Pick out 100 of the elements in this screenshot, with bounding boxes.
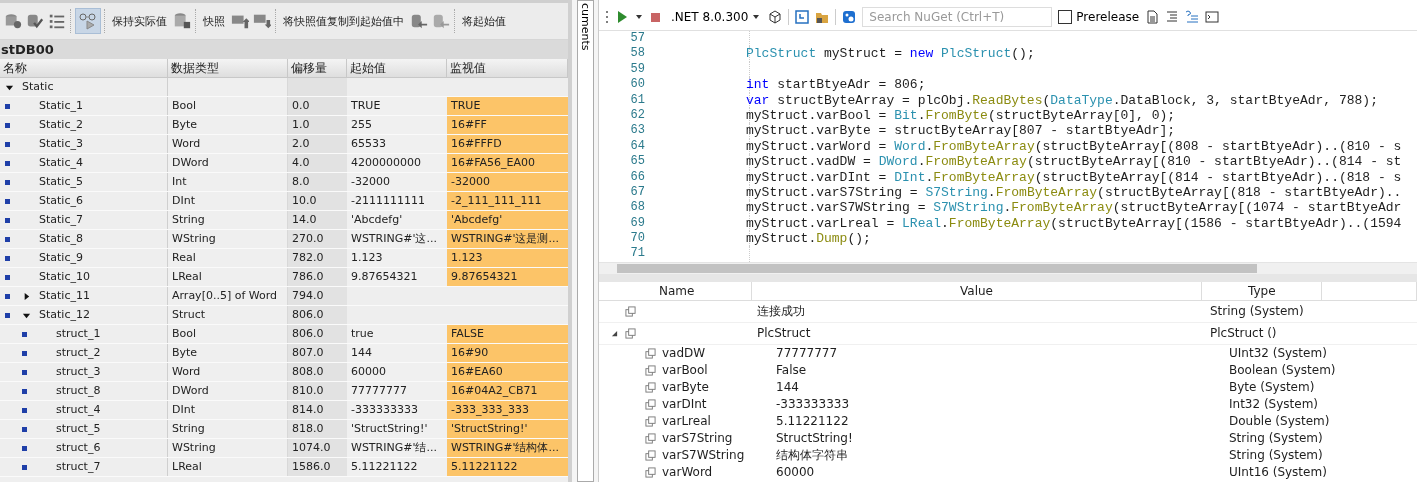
copy-icon[interactable] xyxy=(625,306,636,317)
monitor-glasses-button[interactable] xyxy=(76,9,100,33)
column-header[interactable]: Type xyxy=(1202,282,1322,300)
keep-actual-values-label[interactable]: 保持实际值 xyxy=(110,13,169,29)
line-number: 67 xyxy=(629,184,645,201)
variable-value: 77777777 xyxy=(776,346,838,360)
code-line: myStruct.varS7WString = S7WString.FromByteArray(structByteArray[(1074 - startBtyeAdr xyxy=(746,200,1402,216)
column-header[interactable]: 数据类型 xyxy=(168,59,288,77)
list-icon[interactable] xyxy=(48,12,66,30)
line-number: 69 xyxy=(629,215,645,232)
variable-type: Double (System) xyxy=(1229,414,1330,428)
line-number: 68 xyxy=(629,200,645,216)
nuget-icon[interactable] xyxy=(842,10,857,24)
column-header[interactable]: 偏移量 xyxy=(288,59,347,77)
monitor-value-cell: 1.123 xyxy=(447,249,568,267)
table-cell-text: Static_3 xyxy=(39,136,83,152)
variable-name: varLreal xyxy=(662,413,711,430)
table-cell: 8.0 xyxy=(288,173,347,191)
tag-square-icon xyxy=(5,160,10,166)
table-cell-text: struct_1 xyxy=(56,326,101,342)
variable-type: Boolean (System) xyxy=(1229,363,1336,377)
play-icon[interactable] xyxy=(615,10,629,24)
copy-icon[interactable] xyxy=(645,365,656,376)
caret-icon[interactable] xyxy=(635,13,643,21)
table-cell: 806.0 xyxy=(288,306,347,324)
line-number: 63 xyxy=(629,123,645,139)
grip-icon xyxy=(605,10,609,24)
table-cell-text: Static_11 xyxy=(39,288,90,304)
help-lines-icon[interactable] xyxy=(1185,10,1200,24)
search-field[interactable]: Search NuGet (Ctrl+T) xyxy=(862,7,1053,27)
table-cell-text: Static_2 xyxy=(39,117,83,133)
table-cell: 4.0 xyxy=(288,154,347,172)
database-icon[interactable] xyxy=(4,12,22,30)
tag-square-icon xyxy=(5,274,10,280)
lines-icon[interactable] xyxy=(1165,10,1180,24)
table-cell-text: struct_6 xyxy=(56,440,101,456)
table-cell-text: struct_3 xyxy=(56,364,101,380)
folder-lock-icon[interactable] xyxy=(815,10,830,24)
document-icon[interactable] xyxy=(1145,10,1160,24)
variable-value: 连接成功 xyxy=(757,304,805,318)
column-header[interactable]: Name xyxy=(599,282,752,300)
caret-icon xyxy=(752,13,761,21)
variable-value: 结构体字符串 xyxy=(776,448,848,462)
variable-value: StructString! xyxy=(776,431,853,445)
copy-icon[interactable] xyxy=(625,328,636,339)
table-cell-text: Static_12 xyxy=(39,307,90,323)
monitor-value-cell: WSTRING#'这是测... xyxy=(447,230,568,248)
column-header[interactable]: 名称 xyxy=(0,59,168,77)
monitor-value-cell: WSTRING#'结构体... xyxy=(447,439,568,457)
database-arrow-icon[interactable] xyxy=(410,12,428,30)
expander-icon[interactable] xyxy=(22,291,31,301)
copy-icon[interactable] xyxy=(645,382,656,393)
column-header[interactable]: Value xyxy=(752,282,1202,300)
runtime-dropdown[interactable]: .NET 8.0.300 xyxy=(669,10,763,24)
copy-icon[interactable] xyxy=(645,450,656,461)
copy-icon[interactable] xyxy=(645,348,656,359)
copy-icon[interactable] xyxy=(645,467,656,478)
monitor-value-cell: TRUE xyxy=(447,97,568,115)
line-number: 61 xyxy=(629,92,645,108)
copy-icon[interactable] xyxy=(645,433,656,444)
copy-icon[interactable] xyxy=(645,416,656,427)
database-check-icon[interactable] xyxy=(26,12,44,30)
table-cell-text: Static_9 xyxy=(39,250,83,266)
documents-tab[interactable]: cuments xyxy=(576,0,594,482)
block-title: stDB00 xyxy=(0,40,568,59)
column-header[interactable]: 起始值 xyxy=(347,59,447,77)
code-line: int startBtyeAdr = 806; xyxy=(746,77,926,93)
tag-square-icon xyxy=(22,369,27,375)
table-cell: 814.0 xyxy=(288,401,347,419)
camera-down-icon[interactable] xyxy=(253,12,271,30)
code-line: myStruct.vadDW = DWord.FromByteArray(structByteArray[(810 - startBtyeAdr)..(814 - st xyxy=(746,154,1402,170)
code-line: myStruct.varBool = Bit.FromByte(structByteArray[0], 0); xyxy=(746,107,1176,124)
tag-square-icon xyxy=(5,293,10,299)
table-cell-text: struct_5 xyxy=(56,421,101,437)
monitor-value-cell: 9.87654321 xyxy=(447,268,568,286)
prerelease-checkbox[interactable] xyxy=(1058,10,1073,24)
table-cell: 808.0 xyxy=(288,363,347,381)
monitor-value-cell: 16#90 xyxy=(447,344,568,362)
tag-square-icon xyxy=(5,217,10,223)
save-icon[interactable] xyxy=(795,10,810,24)
horizontal-scrollbar[interactable] xyxy=(599,262,1417,274)
stop-icon[interactable] xyxy=(649,10,663,24)
prerelease-label[interactable]: Prerelease xyxy=(1076,10,1140,24)
database-lock-icon[interactable] xyxy=(173,12,191,30)
snapshot-label[interactable]: 快照 xyxy=(201,13,227,29)
table-cell-text: struct_7 xyxy=(56,459,101,475)
monitor-value-cell: 16#FA56_EA00 xyxy=(447,154,568,172)
variable-value: -333333333 xyxy=(776,397,850,411)
table-cell: 1.0 xyxy=(288,116,347,134)
copy-snapshot-label[interactable]: 将快照值复制到起始值中 xyxy=(281,13,406,29)
expander-icon[interactable] xyxy=(611,330,618,337)
table-cell: 10.0 xyxy=(288,192,347,210)
variable-type: Byte (System) xyxy=(1229,380,1315,394)
copy-icon[interactable] xyxy=(645,399,656,410)
console-icon[interactable] xyxy=(1205,10,1220,24)
table-cell-text: struct_4 xyxy=(56,402,101,418)
variable-type: UInt32 (System) xyxy=(1229,346,1327,360)
copy-start-values-label[interactable]: 将起始值 xyxy=(460,13,508,29)
variable-type: Int32 (System) xyxy=(1229,397,1319,411)
cube-icon[interactable] xyxy=(768,10,783,24)
